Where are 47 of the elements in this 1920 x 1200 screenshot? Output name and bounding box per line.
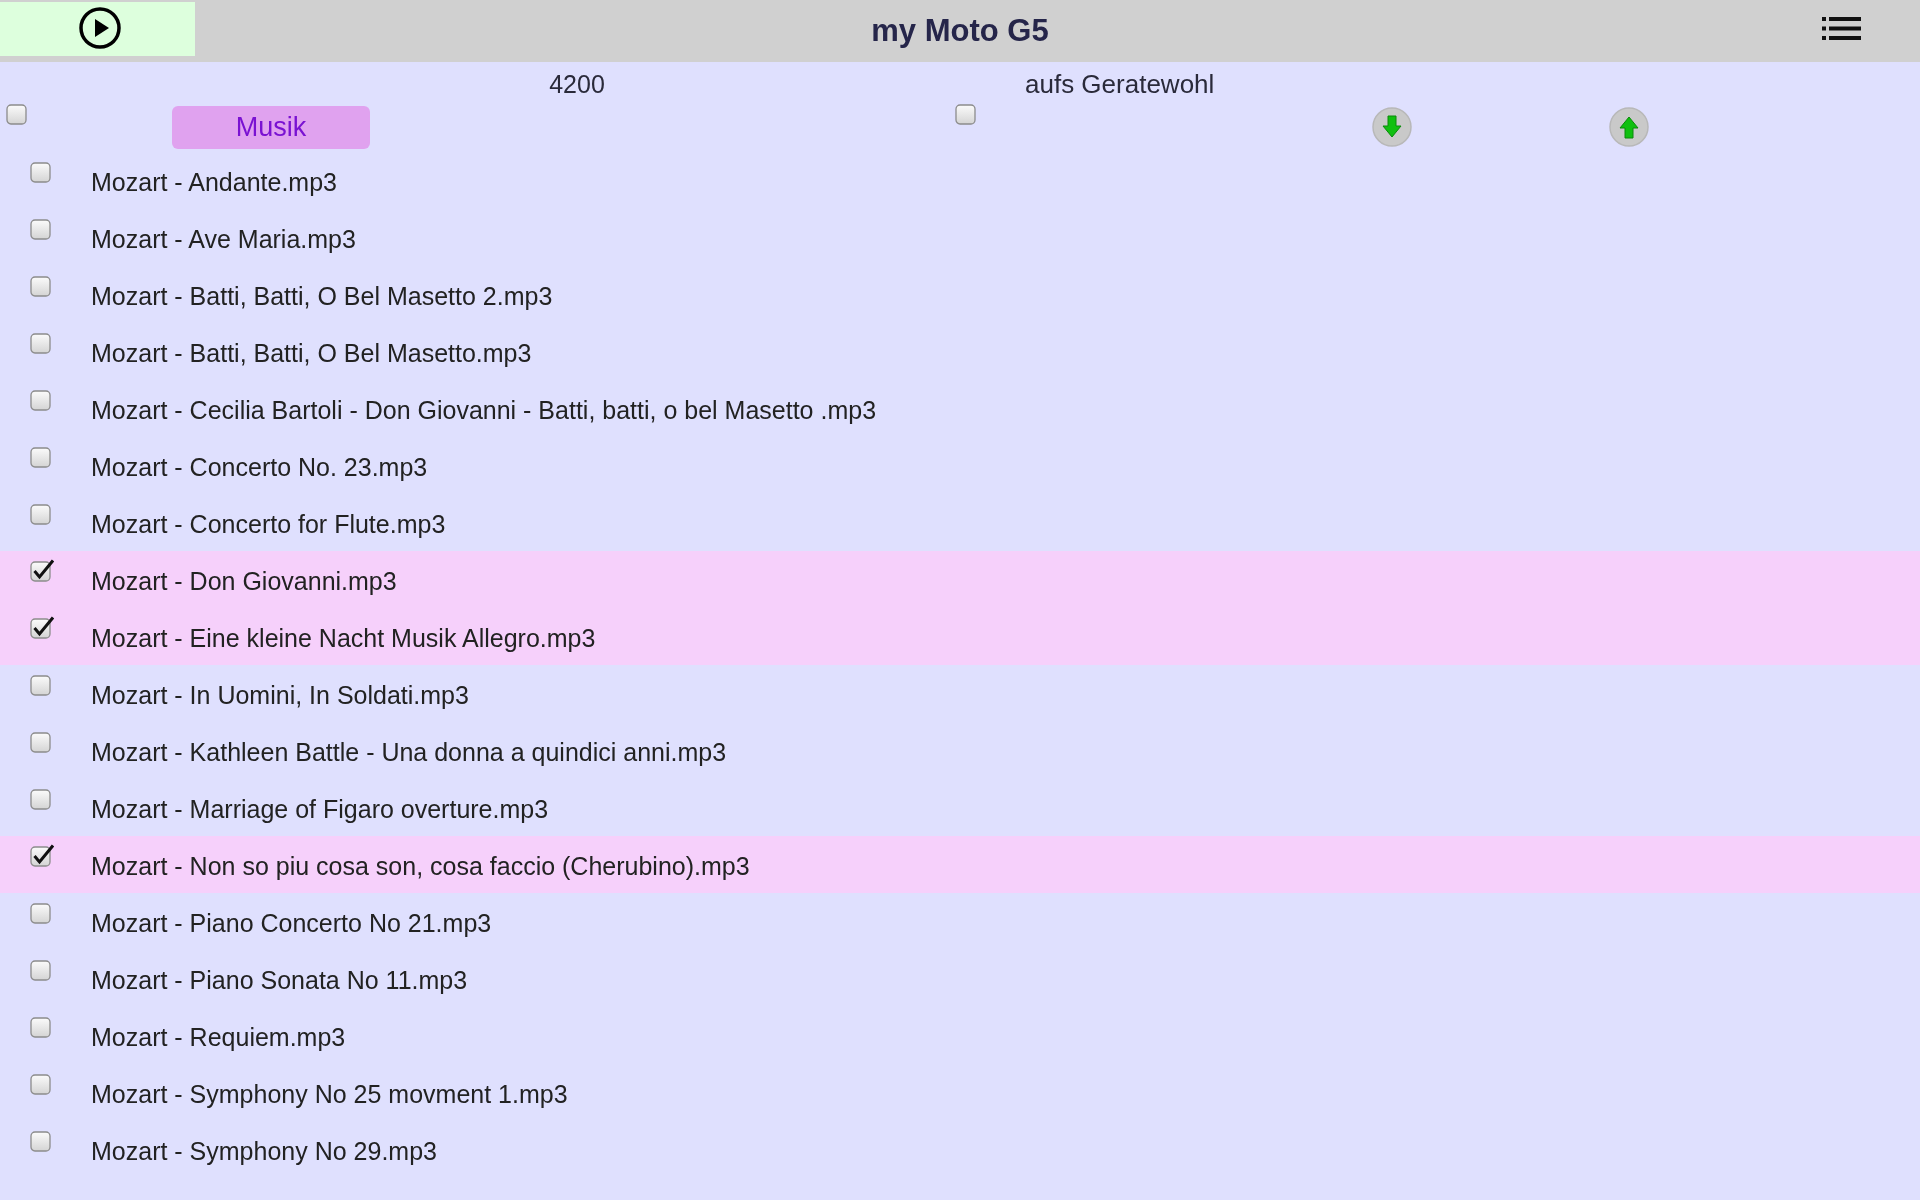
- play-icon: [78, 7, 121, 49]
- category-button[interactable]: Musik: [172, 106, 370, 149]
- checkbox[interactable]: [30, 502, 54, 526]
- file-name[interactable]: Mozart - Eine kleine Nacht Musik Allegro.mp3: [91, 613, 596, 663]
- file-name[interactable]: Mozart - Piano Concerto No 21.mp3: [91, 898, 492, 948]
- file-name[interactable]: Mozart - Batti, Batti, O Bel Masetto 2.mp3: [91, 271, 553, 321]
- checkbox[interactable]: [30, 160, 54, 184]
- shuffle-checkbox[interactable]: [955, 102, 979, 126]
- file-name[interactable]: Mozart - Cecilia Bartoli - Don Giovanni - Batti, batti, o bel Masetto .mp3: [91, 385, 877, 435]
- file-name[interactable]: Mozart - Andante.mp3: [91, 157, 337, 207]
- checkbox[interactable]: [30, 1072, 54, 1096]
- shuffle-label: aufs Geratewohl: [1025, 68, 1215, 100]
- play-button[interactable]: [0, 2, 195, 56]
- checkbox[interactable]: [30, 217, 54, 241]
- file-name[interactable]: Mozart - Marriage of Figaro overture.mp3: [91, 784, 549, 834]
- file-name[interactable]: Mozart - In Uomini, In Soldati.mp3: [91, 670, 469, 720]
- file-name[interactable]: Mozart - Symphony No 25 movment 1.mp3: [91, 1069, 568, 1119]
- file-name[interactable]: Mozart - Requiem.mp3: [91, 1012, 346, 1062]
- menu-icon[interactable]: [1822, 16, 1861, 40]
- file-name[interactable]: Mozart - Non so piu cosa son, cosa faccio (Cherubino).mp3: [91, 841, 750, 891]
- file-name[interactable]: Mozart - Concerto for Flute.mp3: [91, 499, 446, 549]
- checkbox[interactable]: [30, 730, 54, 754]
- checkbox[interactable]: [30, 388, 54, 412]
- checkbox[interactable]: [30, 445, 54, 469]
- checkbox[interactable]: [30, 274, 54, 298]
- checkbox[interactable]: [30, 1015, 54, 1039]
- checkbox[interactable]: [30, 844, 54, 868]
- checkbox[interactable]: [30, 331, 54, 355]
- file-name[interactable]: Mozart - Piano Sonata No 11.mp3: [91, 955, 468, 1005]
- arrow-up-icon[interactable]: [1609, 107, 1649, 147]
- checkbox[interactable]: [30, 901, 54, 925]
- app-title: my Moto G5: [871, 13, 1049, 49]
- checkbox[interactable]: [30, 787, 54, 811]
- file-name[interactable]: Mozart - Ave Maria.mp3: [91, 214, 356, 264]
- count-text: 4200: [549, 69, 605, 100]
- arrow-down-icon[interactable]: [1372, 107, 1412, 147]
- file-name[interactable]: Mozart - Batti, Batti, O Bel Masetto.mp3: [91, 328, 532, 378]
- checkbox[interactable]: [30, 958, 54, 982]
- checkbox[interactable]: [30, 1129, 54, 1153]
- select-all-checkbox[interactable]: [6, 102, 30, 126]
- checkbox[interactable]: [30, 616, 54, 640]
- checkbox[interactable]: [30, 559, 54, 583]
- file-name[interactable]: Mozart - Symphony No 29.mp3: [91, 1126, 437, 1176]
- checkbox[interactable]: [30, 673, 54, 697]
- file-name[interactable]: Mozart - Kathleen Battle - Una donna a quindici anni.mp3: [91, 727, 727, 777]
- file-name[interactable]: Mozart - Don Giovanni.mp3: [91, 556, 397, 606]
- file-name[interactable]: Mozart - Concerto No. 23.mp3: [91, 442, 428, 492]
